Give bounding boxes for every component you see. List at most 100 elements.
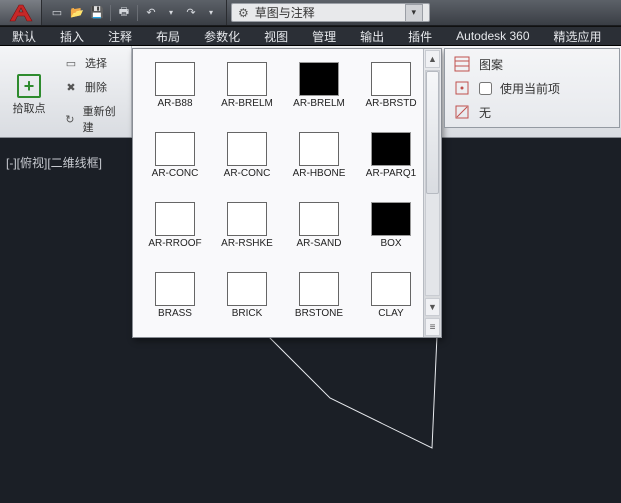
hatch-swatch[interactable]: AR-BRELM (213, 59, 281, 125)
hatch-swatch[interactable]: AR-RROOF (141, 199, 209, 265)
qat-print-icon[interactable]: 🖶 (115, 4, 133, 22)
hatch-label: AR-BRELM (293, 98, 345, 109)
ribbon-tab[interactable]: 管理 (300, 27, 348, 45)
hatch-label: CLAY (378, 308, 403, 319)
hatch-tile (155, 132, 195, 166)
ribbon-tab[interactable]: Autodesk 360 (444, 27, 541, 45)
hatch-swatch[interactable]: AR-HBONE (285, 129, 353, 195)
scroll-track[interactable] (425, 70, 440, 296)
pattern-title: 图案 (479, 56, 503, 73)
pick-points-button[interactable]: + 拾取点 (6, 52, 52, 138)
origin-point-icon (453, 79, 471, 97)
qat-save-icon[interactable]: 💾 (88, 4, 106, 22)
hatch-label: AR-B88 (157, 98, 192, 109)
hatch-tile (371, 132, 411, 166)
hatch-swatch[interactable]: AR-SAND (285, 199, 353, 265)
hatch-swatch[interactable]: AR-PARQ1 (357, 129, 423, 195)
hatch-tile (227, 132, 267, 166)
ribbon-tab[interactable]: 参数化 (192, 27, 252, 45)
no-origin-icon (453, 103, 471, 121)
workspace-switcher[interactable]: ⚙ 草图与注释 ▾ (231, 3, 430, 22)
hatch-pattern-grid: AR-B88 AR-BRELM AR-BRELM AR-BRSTD AR-CONC AR-… (133, 49, 423, 337)
hatch-swatch[interactable]: BRICK (213, 269, 281, 335)
use-current-checkbox[interactable] (479, 82, 492, 95)
hatch-swatch[interactable]: BRASS (141, 269, 209, 335)
hatch-swatch[interactable]: AR-CONC (213, 129, 281, 195)
ribbon-tab[interactable]: 输出 (348, 27, 396, 45)
ribbon-tabs: 默认插入注释布局参数化视图管理输出插件Autodesk 360精选应用 (0, 26, 621, 46)
hatch-label: BRICK (232, 308, 263, 319)
hatch-swatch[interactable]: AR-BRSTD (357, 59, 423, 125)
plus-icon: + (17, 74, 41, 98)
ribbon-tab[interactable]: 精选应用 (542, 27, 614, 45)
hatch-tile (227, 272, 267, 306)
qat-open-icon[interactable]: 📂 (68, 4, 86, 22)
hatch-tile (371, 62, 411, 96)
boundary-cmd[interactable]: ↻重新创建 (58, 100, 125, 138)
hatch-tile (299, 62, 339, 96)
hatch-label: AR-RSHKE (221, 238, 273, 249)
hatch-tile (299, 272, 339, 306)
chevron-down-icon[interactable]: ▾ (405, 4, 423, 22)
none-label: 无 (479, 104, 491, 121)
ribbon-tab[interactable]: 视图 (252, 27, 300, 45)
qat-new-icon[interactable]: ▭ (48, 4, 66, 22)
scroll-thumb[interactable] (426, 71, 439, 194)
scroll-menu-icon[interactable]: ≡ (425, 318, 440, 336)
boundary-cmd[interactable]: ✖删除 (58, 76, 125, 98)
pattern-origin-panel: 图案 使用当前项 无 (444, 48, 620, 128)
hatch-tile (155, 272, 195, 306)
hatch-label: AR-SAND (296, 238, 341, 249)
workspace-label: 草图与注释 (255, 4, 395, 21)
ribbon-tab[interactable]: 默认 (0, 27, 48, 45)
hatch-swatch[interactable]: AR-BRELM (285, 59, 353, 125)
pattern-icon (453, 55, 471, 73)
panel-boundary: + 拾取点 ▭选择✖删除↻重新创建 边界 ▼ (0, 46, 132, 137)
hatch-swatch[interactable]: CLAY (357, 269, 423, 335)
cmd-icon: ↻ (63, 111, 77, 127)
qat-dd-icon[interactable]: ▾ (162, 4, 180, 22)
hatch-label: AR-CONC (152, 168, 199, 179)
boundary-cmd[interactable]: ▭选择 (58, 52, 125, 74)
qat-undo-icon[interactable]: ↶ (142, 4, 160, 22)
hatch-label: AR-PARQ1 (366, 168, 416, 179)
hatch-label: BRASS (158, 308, 192, 319)
qat-dd2-icon[interactable]: ▾ (202, 4, 220, 22)
hatch-swatch[interactable]: AR-RSHKE (213, 199, 281, 265)
hatch-tile (227, 62, 267, 96)
hatch-label: AR-BRELM (221, 98, 273, 109)
hatch-label: AR-HBONE (293, 168, 346, 179)
hatch-label: BRSTONE (295, 308, 343, 319)
qat-redo-icon[interactable]: ↷ (182, 4, 200, 22)
hatch-swatch[interactable]: BOX (357, 199, 423, 265)
hatch-pattern-popup: AR-B88 AR-BRELM AR-BRELM AR-BRSTD AR-CONC AR-… (132, 48, 442, 338)
quick-access-toolbar: ▭ 📂 💾 🖶 ↶ ▾ ↷ ▾ ⚙ 草图与注释 ▾ (0, 0, 621, 26)
ribbon-tab[interactable]: 注释 (96, 27, 144, 45)
hatch-tile (371, 202, 411, 236)
app-menu-button[interactable] (0, 0, 42, 25)
hatch-swatch[interactable]: BRSTONE (285, 269, 353, 335)
hatch-tile (227, 202, 267, 236)
ribbon-tab[interactable]: 布局 (144, 27, 192, 45)
hatch-tile (299, 202, 339, 236)
hatch-tile (299, 132, 339, 166)
scroll-up-icon[interactable]: ▲ (425, 50, 440, 68)
scroll-down-icon[interactable]: ▼ (425, 298, 440, 316)
hatch-swatch[interactable]: AR-CONC (141, 129, 209, 195)
cmd-icon: ✖ (63, 79, 79, 95)
hatch-swatch[interactable]: AR-B88 (141, 59, 209, 125)
hatch-tile (155, 202, 195, 236)
hatch-label: AR-BRSTD (365, 98, 416, 109)
autocad-logo-icon (7, 3, 35, 23)
use-current-label: 使用当前项 (500, 80, 560, 97)
cmd-icon: ▭ (63, 55, 79, 71)
gear-icon: ⚙ (238, 6, 249, 20)
hatch-label: AR-RROOF (148, 238, 201, 249)
hatch-tile (371, 272, 411, 306)
ribbon-tab[interactable]: 插入 (48, 27, 96, 45)
pick-points-label: 拾取点 (13, 100, 46, 116)
popup-scrollbar[interactable]: ▲ ▼ ≡ (423, 49, 441, 337)
hatch-label: AR-CONC (224, 168, 271, 179)
hatch-tile (155, 62, 195, 96)
ribbon-tab[interactable]: 插件 (396, 27, 444, 45)
